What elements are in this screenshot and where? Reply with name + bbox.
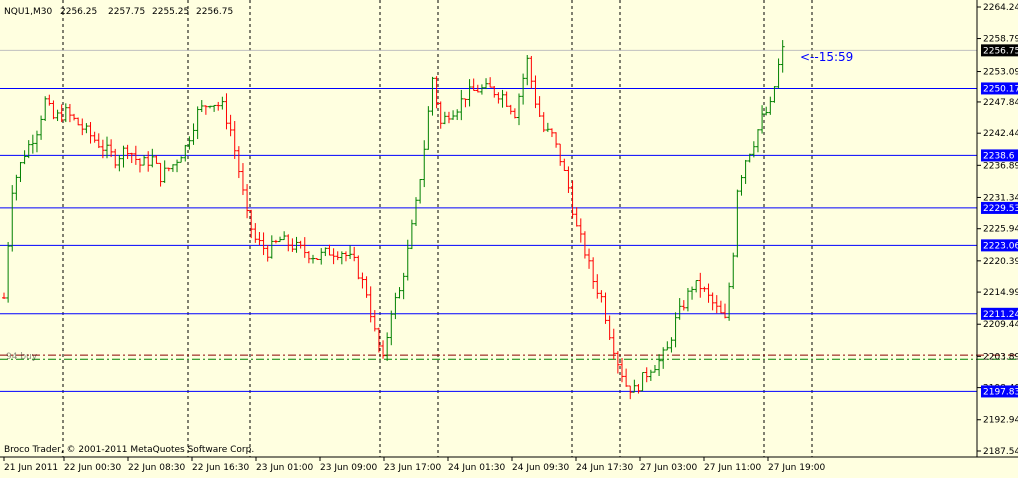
bar-timer-label: <--15:59 — [800, 50, 853, 64]
y-tick-label: 2242.44 — [983, 129, 1018, 139]
y-tick-label: 2192.94 — [983, 416, 1018, 426]
current-price-label: 2256.75 — [983, 46, 1018, 56]
y-tick-label: 2209.44 — [983, 320, 1018, 330]
x-tick-label: 23 Jun 09:00 — [320, 463, 377, 473]
level-value-label: 2229.53 — [983, 204, 1018, 214]
y-tick-label: 2203.89 — [983, 352, 1018, 362]
symbol-label: NQU1,M30 — [4, 7, 52, 17]
y-tick-label: 2253.09 — [983, 68, 1018, 78]
y-tick-label: 2258.79 — [983, 35, 1018, 45]
level-value-label: 2197.83 — [983, 387, 1018, 397]
level-value-label: 2223.06 — [983, 241, 1018, 251]
chart-background — [0, 0, 1018, 474]
y-tick-label: 2214.99 — [983, 288, 1018, 298]
faded-trade-label: 94 buy — [6, 352, 38, 362]
y-tick-label: 2187.54 — [983, 447, 1018, 457]
x-tick-label: 22 Jun 08:30 — [128, 463, 185, 473]
chart-header: NQU1,M30 2256.25 2257.75 2255.25 2256.75 — [4, 7, 233, 17]
y-tick-label: 2264.24 — [983, 3, 1018, 13]
level-value-label: 2211.24 — [983, 310, 1018, 320]
x-tick-label: 24 Jun 17:30 — [576, 463, 633, 473]
x-tick-label: 27 Jun 03:00 — [640, 463, 697, 473]
x-tick-label: 23 Jun 17:00 — [384, 463, 441, 473]
y-tick-label: 2220.39 — [983, 257, 1018, 267]
price-chart[interactable]: 2264.24 2258.79 2253.09 2247.84 2242.44 2236.… — [0, 0, 1018, 474]
x-tick-label: 24 Jun 01:30 — [448, 463, 505, 473]
x-tick-label: 23 Jun 01:00 — [256, 463, 313, 473]
level-value-label: 2250.17 — [983, 84, 1018, 94]
level-value-label: 2238.6 — [983, 151, 1015, 161]
x-tick-label: 27 Jun 19:00 — [768, 463, 825, 473]
x-tick-label: 27 Jun 11:00 — [704, 463, 761, 473]
ohlc-close: 2256.75 — [196, 7, 233, 17]
ohlc-open: 2256.25 — [60, 7, 97, 17]
x-tick-label: 22 Jun 00:30 — [64, 463, 121, 473]
y-tick-label: 2247.84 — [983, 98, 1018, 108]
ohlc-high: 2257.75 — [108, 7, 145, 17]
x-tick-label: 24 Jun 09:30 — [512, 463, 569, 473]
y-tick-label: 2236.89 — [983, 161, 1018, 171]
x-tick-label: 21 Jun 2011 — [4, 463, 58, 473]
x-tick-label: 22 Jun 16:30 — [192, 463, 249, 473]
copyright-label: Broco Trader, © 2001-2011 MetaQuotes Sof… — [4, 445, 254, 455]
y-tick-label: 2225.94 — [983, 225, 1018, 235]
chart-canvas[interactable]: 2264.24 2258.79 2253.09 2247.84 2242.44 2236.… — [0, 0, 1018, 474]
ohlc-low: 2255.25 — [152, 7, 189, 17]
